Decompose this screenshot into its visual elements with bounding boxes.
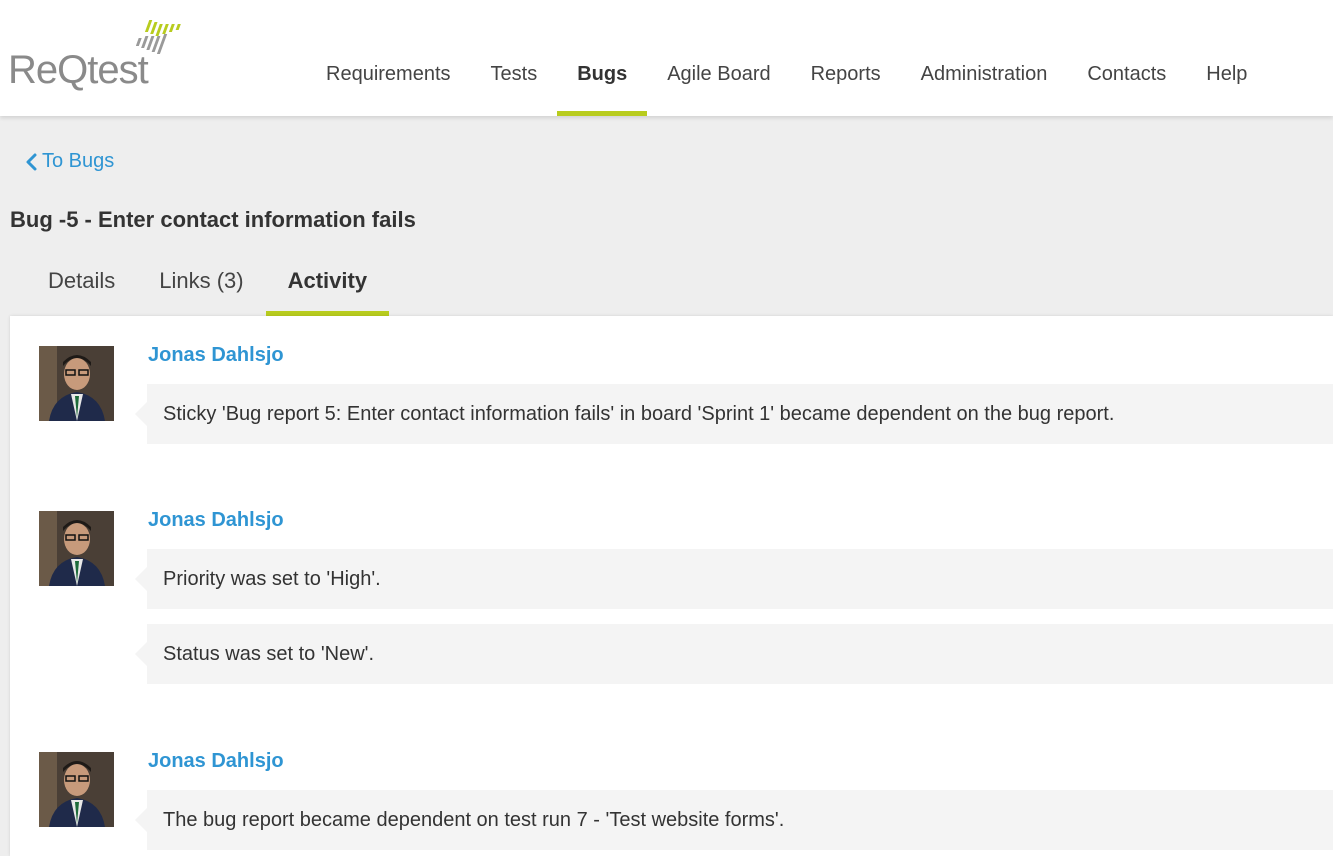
- nav-agile-board[interactable]: Agile Board: [647, 0, 790, 116]
- activity-message-text: Sticky 'Bug report 5: Enter contact info…: [163, 402, 1115, 425]
- main-nav: Requirements Tests Bugs Agile Board Repo…: [306, 0, 1267, 116]
- author-name[interactable]: Jonas Dahlsjo: [148, 344, 284, 367]
- activity-message: Status was set to 'New'.: [135, 624, 1333, 684]
- author-name[interactable]: Jonas Dahlsjo: [148, 750, 284, 773]
- activity-message-text: Status was set to 'New'.: [163, 642, 375, 665]
- author-name[interactable]: Jonas Dahlsjo: [148, 509, 284, 532]
- nav-bugs[interactable]: Bugs: [557, 0, 648, 116]
- activity-message: Sticky 'Bug report 5: Enter contact info…: [135, 384, 1333, 444]
- nav-help[interactable]: Help: [1186, 0, 1267, 116]
- user-photo-icon: [39, 346, 114, 421]
- avatar: [39, 511, 114, 586]
- chevron-left-icon: [26, 153, 37, 170]
- user-photo-icon: [39, 752, 114, 827]
- activity-message-text: Priority was set to 'High'.: [163, 567, 381, 590]
- page-title: Bug -5 - Enter contact information fails: [10, 207, 416, 232]
- back-link-label: To Bugs: [42, 150, 115, 172]
- tab-details[interactable]: Details: [26, 256, 137, 316]
- activity-message: The bug report became dependent on test …: [135, 790, 1333, 850]
- tab-links[interactable]: Links (3): [137, 256, 265, 316]
- logo-text-test: test: [87, 48, 148, 92]
- nav-reports[interactable]: Reports: [791, 0, 901, 116]
- nav-requirements[interactable]: Requirements: [306, 0, 471, 116]
- logo-text-re: Re: [8, 48, 58, 92]
- nav-administration[interactable]: Administration: [901, 0, 1068, 116]
- logo-wordmark: ReQtest: [8, 48, 149, 92]
- logo-text-q: Q: [57, 48, 88, 92]
- activity-panel: Jonas Dahlsjo Sticky 'Bug report 5: Ente…: [10, 316, 1333, 856]
- tab-activity[interactable]: Activity: [265, 256, 390, 316]
- activity-message-text: The bug report became dependent on test …: [163, 808, 785, 831]
- reqtest-logo[interactable]: ReQtest: [8, 18, 198, 90]
- top-navigation-bar: ReQtest Requirements Tests Bugs Agile Bo…: [0, 0, 1333, 116]
- avatar: [39, 346, 114, 421]
- nav-contacts[interactable]: Contacts: [1067, 0, 1186, 116]
- activity-message: Priority was set to 'High'.: [135, 549, 1333, 609]
- user-photo-icon: [39, 511, 114, 586]
- avatar: [39, 752, 114, 827]
- nav-tests[interactable]: Tests: [471, 0, 558, 116]
- bug-tabs: Details Links (3) Activity: [26, 256, 390, 316]
- back-to-bugs-link[interactable]: To Bugs: [24, 150, 114, 173]
